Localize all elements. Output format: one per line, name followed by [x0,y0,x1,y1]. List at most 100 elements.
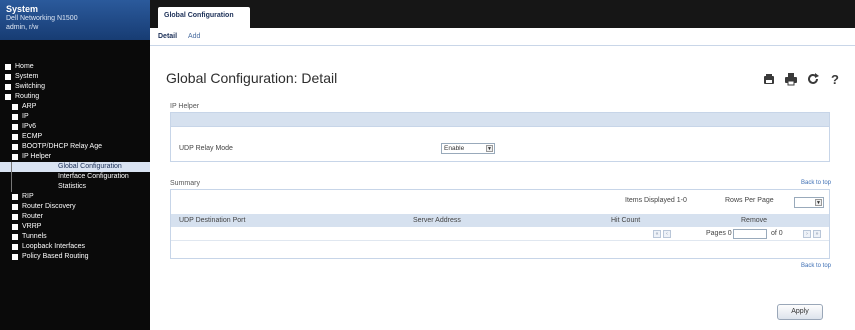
expand-icon[interactable] [5,84,11,90]
sidebar-item-label: Switching [15,83,45,90]
sidebar-item[interactable]: Switching [0,82,150,92]
sidebar-item[interactable]: RIP [0,192,150,202]
sidebar-item[interactable]: IPv6 [0,122,150,132]
main-content: Global Configuration: Detail ? IP Helper… [150,46,855,330]
sidebar-item-label: ECMP [22,133,43,140]
page-number-input[interactable] [733,229,767,239]
expand-icon[interactable] [12,134,18,140]
sidebar-item-label: Statistics [58,183,87,190]
subtab-detail[interactable]: Detail [158,33,177,40]
sidebar-item[interactable]: Statistics [0,182,150,192]
col-hit-count[interactable]: Hit Count [611,217,640,224]
svg-text:?: ? [831,72,839,86]
last-page-icon[interactable]: » [813,230,821,238]
sidebar-item-label: Global Configuration [58,163,122,170]
items-displayed: Items Displayed 1-0 [625,197,687,204]
back-to-top-link[interactable]: Back to top [801,180,831,186]
system-user: admin, r/w [6,24,39,31]
sidebar-item-label: BOOTP/DHCP Relay Age [22,143,103,150]
expand-icon[interactable] [12,194,18,200]
sidebar-item[interactable]: Global Configuration [0,162,150,172]
table-header: UDP Destination Port Server Address Hit … [171,214,829,227]
pages-label: Pages 0 [706,230,732,237]
expand-icon[interactable] [12,214,18,220]
table-row: « ‹ Pages 0 of 0 › » [171,227,829,241]
sidebar-item-label: Policy Based Routing [22,253,89,260]
expand-icon[interactable] [12,204,18,210]
back-to-top-link-bottom[interactable]: Back to top [801,263,831,269]
chevron-down-icon: ▼ [815,199,822,206]
expand-icon[interactable] [12,254,18,260]
expand-icon[interactable] [12,104,18,110]
sidebar-item[interactable]: IP [0,112,150,122]
system-model: Dell Networking N1500 [6,15,78,22]
sidebar-item[interactable]: Home [0,62,150,72]
udp-relay-mode-value: Enable [444,145,465,152]
expand-icon[interactable] [12,124,18,130]
expand-icon[interactable] [12,144,18,150]
print-icon[interactable] [784,72,798,86]
expand-icon[interactable] [5,94,11,100]
sidebar-item-label: Router [22,213,44,220]
subtab-add[interactable]: Add [188,33,200,40]
expand-icon[interactable] [12,234,18,240]
sidebar-item[interactable]: BOOTP/DHCP Relay Age [0,142,150,152]
tree-line [11,172,12,182]
sidebar-item[interactable]: Router [0,212,150,222]
ip-helper-section-label: IP Helper [170,103,200,110]
sidebar-item-label: Router Discovery [22,203,76,210]
sidebar-item-label: System [15,73,39,80]
sidebar-item-label: Interface Configuration [58,173,129,180]
expand-icon[interactable] [12,244,18,250]
sidebar-item[interactable]: Policy Based Routing [0,252,150,262]
refresh-icon[interactable] [806,72,820,86]
sidebar-item-label: RIP [22,193,34,200]
summary-panel: Items Displayed 1-0 Rows Per Page ▼ UDP … [170,189,830,259]
system-title[interactable]: System [6,4,144,14]
rows-per-page-label: Rows Per Page [725,197,774,204]
udp-relay-mode-label: UDP Relay Mode [179,145,233,152]
tab-global-configuration[interactable]: Global Configuration [158,7,250,28]
help-icon[interactable]: ? [828,72,842,86]
prev-page-icon[interactable]: ‹ [663,230,671,238]
sidebar-item-label: IPv6 [22,123,37,130]
expand-icon[interactable] [5,74,11,80]
sidebar-item-label: VRRP [22,223,42,230]
sub-navigation: Detail Add [150,28,855,46]
chevron-down-icon: ▼ [486,145,493,152]
rows-per-page-select[interactable]: ▼ [794,197,824,208]
col-server-address[interactable]: Server Address [413,217,461,224]
tab-global-configuration-label: Global Configuration [164,12,234,19]
save-icon[interactable] [762,72,776,86]
sidebar-item[interactable]: ARP [0,102,150,112]
udp-relay-mode-select[interactable]: Enable ▼ [441,143,495,154]
collapse-icon[interactable] [5,64,11,70]
col-udp-destination-port[interactable]: UDP Destination Port [179,217,245,224]
of-pages-label: of 0 [771,230,783,237]
sidebar-item[interactable]: ECMP [0,132,150,142]
sidebar-item-label: ARP [22,103,37,110]
sidebar-item[interactable]: Interface Configuration [0,172,150,182]
sidebar-item-label: IP Helper [22,153,52,160]
page-title: Global Configuration: Detail [166,70,338,86]
expand-icon[interactable] [12,224,18,230]
sidebar-item-label: Tunnels [22,233,47,240]
system-header[interactable]: System Dell Networking N1500 admin, r/w [0,0,150,40]
sidebar-item[interactable]: VRRP [0,222,150,232]
col-remove: Remove [741,217,768,224]
tree-line [11,162,12,172]
collapse-icon[interactable] [12,154,18,160]
sidebar-item[interactable]: Tunnels [0,232,150,242]
expand-icon[interactable] [12,114,18,120]
summary-section-label: Summary [170,180,200,187]
first-page-icon[interactable]: « [653,230,661,238]
sidebar-item[interactable]: Loopback Interfaces [0,242,150,252]
apply-button[interactable]: Apply [777,304,823,320]
ip-helper-panel: UDP Relay Mode Enable ▼ [170,112,830,162]
sidebar-item[interactable]: Router Discovery [0,202,150,212]
sidebar-item[interactable]: Routing [0,92,150,102]
sidebar-item[interactable]: IP Helper [0,152,150,162]
sidebar-item[interactable]: System [0,72,150,82]
next-page-icon[interactable]: › [803,230,811,238]
ip-helper-panel-bar [171,113,829,127]
